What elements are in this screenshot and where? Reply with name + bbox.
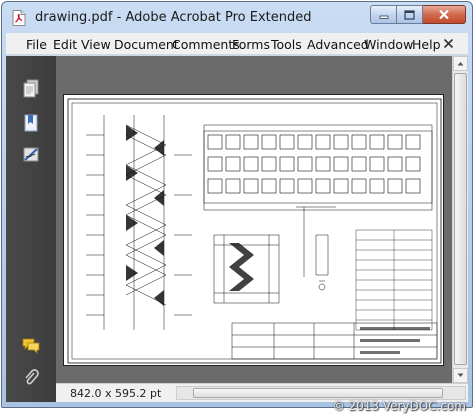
- minimize-button[interactable]: [370, 5, 397, 24]
- bookmarks-icon[interactable]: [22, 113, 40, 133]
- close-icon: [439, 9, 449, 20]
- chevron-up-icon: [457, 62, 464, 66]
- application-window: drawing.pdf - Adobe Acrobat Pro Extended…: [1, 1, 473, 408]
- menu-file[interactable]: File: [26, 37, 47, 52]
- comments-icon[interactable]: [22, 335, 40, 355]
- attachments-icon[interactable]: [22, 368, 40, 388]
- menu-view[interactable]: View: [81, 37, 111, 52]
- signatures-icon[interactable]: [22, 145, 40, 165]
- maximize-icon: [404, 9, 415, 20]
- technical-drawing: [67, 98, 442, 364]
- navigation-panel: [6, 56, 56, 402]
- horizontal-scroll-thumb[interactable]: [193, 388, 443, 398]
- chevron-down-icon: [457, 373, 464, 377]
- watermark: © 2013 VeryDOC.com: [332, 399, 466, 413]
- scroll-up-button[interactable]: [453, 56, 468, 71]
- menu-help[interactable]: Help: [412, 37, 441, 52]
- menu-tools[interactable]: Tools: [271, 37, 302, 52]
- menu-window[interactable]: Window: [364, 37, 413, 52]
- title-bar[interactable]: drawing.pdf - Adobe Acrobat Pro Extended: [2, 2, 472, 32]
- client-area: 842.0 x 595.2 pt: [6, 56, 468, 402]
- window-title: drawing.pdf - Adobe Acrobat Pro Extended: [35, 10, 312, 25]
- menu-document[interactable]: Document: [114, 37, 179, 52]
- horizontal-scrollbar[interactable]: [176, 386, 466, 400]
- menu-comments[interactable]: Comments: [172, 37, 240, 52]
- menu-advanced[interactable]: Advanced: [307, 37, 369, 52]
- scroll-down-button[interactable]: [453, 368, 468, 383]
- window-controls: [370, 5, 466, 25]
- pdf-file-icon: [12, 10, 26, 26]
- page-size-label: 842.0 x 595.2 pt: [70, 387, 162, 400]
- pages-icon[interactable]: [22, 79, 40, 99]
- document-viewer[interactable]: [56, 56, 452, 383]
- maximize-button[interactable]: [397, 5, 423, 24]
- menu-bar: File Edit View Document Comments Forms T…: [6, 33, 468, 55]
- menu-forms[interactable]: Forms: [232, 37, 270, 52]
- menu-edit[interactable]: Edit: [53, 37, 77, 52]
- vertical-scrollbar[interactable]: [452, 56, 468, 383]
- close-document-icon[interactable]: [443, 38, 454, 49]
- close-button[interactable]: [423, 5, 466, 24]
- scroll-thumb[interactable]: [454, 73, 467, 365]
- pdf-page[interactable]: [63, 94, 444, 366]
- minimize-icon: [379, 15, 388, 19]
